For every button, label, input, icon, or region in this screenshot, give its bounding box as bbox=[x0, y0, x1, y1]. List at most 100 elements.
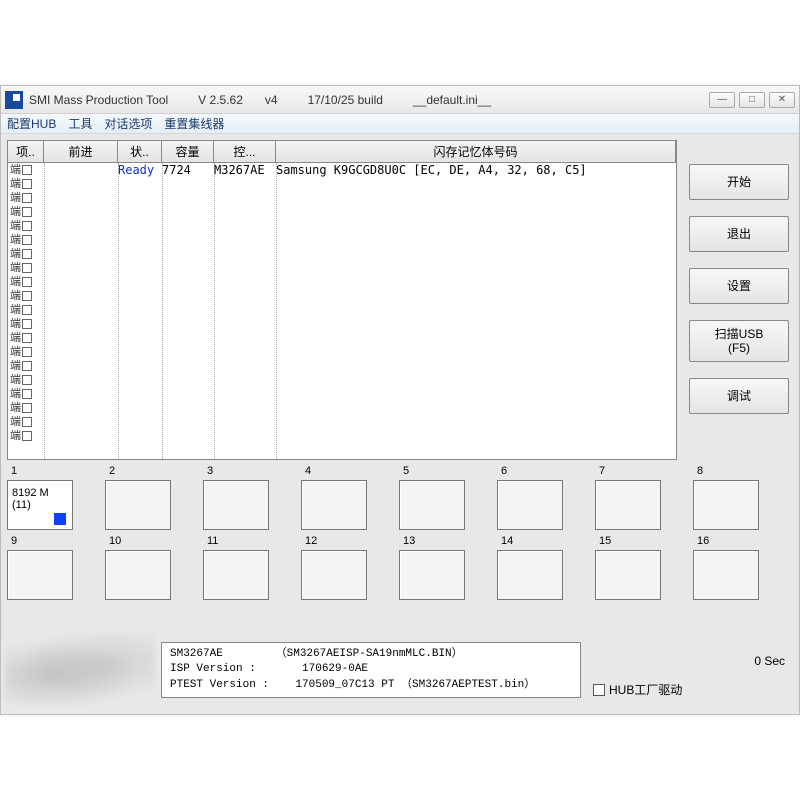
action-buttons: 开始 退出 设置 扫描USB (F5) 调试 bbox=[689, 164, 789, 414]
port-box bbox=[105, 550, 171, 600]
port-slot-16[interactable]: 16 bbox=[693, 536, 779, 600]
row-checkbox[interactable]: 端 bbox=[8, 177, 44, 191]
port-box bbox=[595, 480, 661, 530]
port-box bbox=[497, 550, 563, 600]
port-number: 12 bbox=[305, 535, 317, 547]
row-checkbox[interactable]: 端 bbox=[8, 261, 44, 275]
port-number: 16 bbox=[697, 535, 709, 547]
row-checkbox[interactable]: 端 bbox=[8, 317, 44, 331]
port-slot-4[interactable]: 4 bbox=[301, 466, 387, 530]
col-state[interactable]: 状.. bbox=[118, 141, 162, 162]
port-slot-7[interactable]: 7 bbox=[595, 466, 681, 530]
port-box bbox=[105, 480, 171, 530]
port-box bbox=[693, 550, 759, 600]
menu-config-hub[interactable]: 配置HUB bbox=[7, 115, 56, 132]
cell-capacity: 7724 bbox=[162, 163, 214, 177]
device-grid: 项.. 前进 状.. 容量 控... 闪存记忆体号码 端端端端端端端端端端端端端… bbox=[7, 140, 677, 460]
port-slot-13[interactable]: 13 bbox=[399, 536, 485, 600]
port-number: 10 bbox=[109, 535, 121, 547]
port-slot-8[interactable]: 8 bbox=[693, 466, 779, 530]
col-capacity[interactable]: 容量 bbox=[162, 141, 214, 162]
port-number: 14 bbox=[501, 535, 513, 547]
row-checkbox[interactable]: 端 bbox=[8, 331, 44, 345]
port-slot-11[interactable]: 11 bbox=[203, 536, 289, 600]
maximize-button[interactable]: □ bbox=[739, 92, 765, 108]
port-slot-5[interactable]: 5 bbox=[399, 466, 485, 530]
row-checkbox[interactable]: 端 bbox=[8, 233, 44, 247]
settings-button[interactable]: 设置 bbox=[689, 268, 789, 304]
window-controls: — □ ✕ bbox=[709, 92, 795, 108]
port-number: 1 bbox=[11, 465, 17, 477]
col-item[interactable]: 项.. bbox=[8, 141, 44, 162]
port-box bbox=[595, 550, 661, 600]
app-window: SMI Mass Production Tool V 2.5.62 v4 17/… bbox=[0, 85, 800, 715]
port-slot-12[interactable]: 12 bbox=[301, 536, 387, 600]
row-checkbox[interactable]: 端 bbox=[8, 275, 44, 289]
port-slot-10[interactable]: 10 bbox=[105, 536, 191, 600]
port-number: 2 bbox=[109, 465, 115, 477]
column-separators bbox=[8, 163, 676, 459]
row-checkbox[interactable]: 端 bbox=[8, 373, 44, 387]
row-checkbox[interactable]: 端 bbox=[8, 163, 44, 177]
titlebar: SMI Mass Production Tool V 2.5.62 v4 17/… bbox=[1, 86, 799, 114]
row-checkbox[interactable]: 端 bbox=[8, 359, 44, 373]
menu-tools[interactable]: 工具 bbox=[68, 115, 92, 132]
start-button[interactable]: 开始 bbox=[689, 164, 789, 200]
close-button[interactable]: ✕ bbox=[769, 92, 795, 108]
port-box bbox=[301, 480, 367, 530]
port-box bbox=[203, 550, 269, 600]
port-slot-1[interactable]: 1 8192 M(11) bbox=[7, 466, 93, 530]
row-checkbox[interactable]: 端 bbox=[8, 401, 44, 415]
grid-header: 项.. 前进 状.. 容量 控... 闪存记忆体号码 bbox=[8, 141, 676, 163]
port-number: 4 bbox=[305, 465, 311, 477]
minimize-button[interactable]: — bbox=[709, 92, 735, 108]
hub-checkbox-label: HUB工厂驱动 bbox=[609, 681, 682, 698]
port-number: 11 bbox=[207, 535, 218, 547]
port-number: 9 bbox=[11, 535, 17, 547]
port-slot-9[interactable]: 9 bbox=[7, 536, 93, 600]
port-slots: 1 8192 M(11) 2 3 4 5 6 7 8 9 10 11 12 13 14 15 16 bbox=[7, 466, 793, 606]
port-slot-6[interactable]: 6 bbox=[497, 466, 583, 530]
port-box bbox=[399, 550, 465, 600]
port-box: 8192 M(11) bbox=[7, 480, 73, 530]
port-slot-2[interactable]: 2 bbox=[105, 466, 191, 530]
row-checkbox[interactable]: 端 bbox=[8, 205, 44, 219]
row-checkbox[interactable]: 端 bbox=[8, 289, 44, 303]
port-indicator-icon bbox=[54, 513, 66, 525]
row-checkbox[interactable]: 端 bbox=[8, 345, 44, 359]
port-number: 3 bbox=[207, 465, 213, 477]
cell-state: Ready bbox=[118, 163, 162, 177]
grid-body: 端端端端端端端端端端端端端端端端端端端端 Ready 7724 M3267AE … bbox=[8, 163, 676, 459]
row-checkbox[interactable]: 端 bbox=[8, 429, 44, 443]
port-box bbox=[399, 480, 465, 530]
port-number: 7 bbox=[599, 465, 605, 477]
exit-button[interactable]: 退出 bbox=[689, 216, 789, 252]
menu-reset-hub[interactable]: 重置集线器 bbox=[164, 115, 224, 132]
port-slot-14[interactable]: 14 bbox=[497, 536, 583, 600]
row-checkbox[interactable]: 端 bbox=[8, 191, 44, 205]
port-slot-3[interactable]: 3 bbox=[203, 466, 289, 530]
elapsed-timer: 0 Sec bbox=[754, 654, 785, 668]
col-controller[interactable]: 控... bbox=[214, 141, 276, 162]
row-checkbox[interactable]: 端 bbox=[8, 219, 44, 233]
scan-usb-button[interactable]: 扫描USB (F5) bbox=[689, 320, 789, 362]
cell-controller: M3267AE bbox=[214, 163, 276, 177]
table-row[interactable]: Ready 7724 M3267AE Samsung K9GCGD8U0C [E… bbox=[44, 163, 587, 177]
port-slot-15[interactable]: 15 bbox=[595, 536, 681, 600]
col-flash[interactable]: 闪存记忆体号码 bbox=[276, 141, 676, 162]
col-forward[interactable]: 前进 bbox=[44, 141, 118, 162]
hub-factory-driver-checkbox[interactable]: HUB工厂驱动 bbox=[593, 681, 682, 698]
debug-button[interactable]: 调试 bbox=[689, 378, 789, 414]
port-number: 6 bbox=[501, 465, 507, 477]
menubar: 配置HUB 工具 对话选项 重置集线器 bbox=[1, 114, 799, 134]
row-checkbox[interactable]: 端 bbox=[8, 415, 44, 429]
port-number: 8 bbox=[697, 465, 703, 477]
app-title: SMI Mass Production Tool bbox=[29, 93, 168, 107]
config-file: __default.ini__ bbox=[413, 93, 491, 107]
row-checkbox[interactable]: 端 bbox=[8, 303, 44, 317]
menu-dialog-options[interactable]: 对话选项 bbox=[104, 115, 152, 132]
row-checkbox[interactable]: 端 bbox=[8, 387, 44, 401]
port-number: 5 bbox=[403, 465, 409, 477]
row-checkbox[interactable]: 端 bbox=[8, 247, 44, 261]
firmware-info: SM3267AE （SM3267AEISP-SA19nmMLC.BIN） ISP… bbox=[161, 642, 581, 698]
